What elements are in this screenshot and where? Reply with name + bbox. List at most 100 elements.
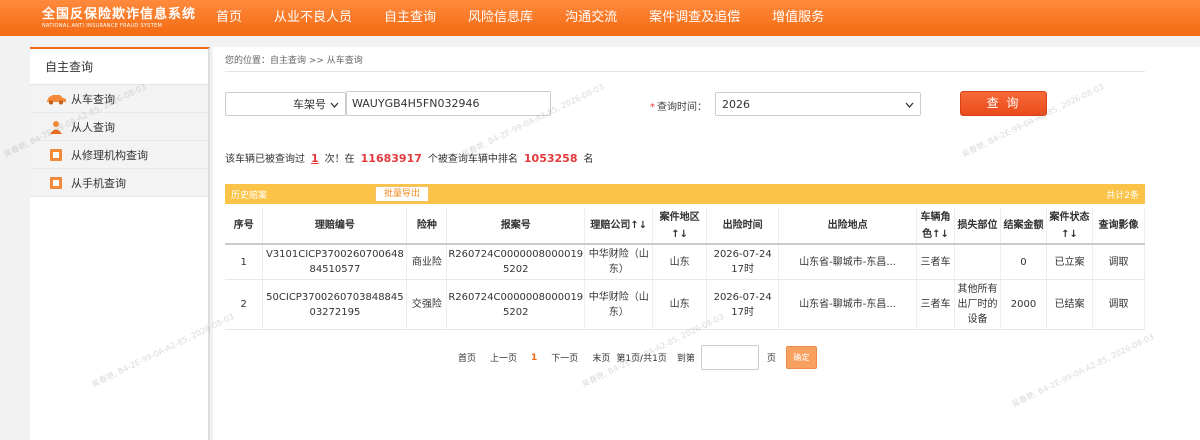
- cell-time: 2026-07-24 17时: [706, 244, 780, 280]
- nav-self-query[interactable]: 自主查询: [368, 0, 452, 36]
- table-row: 2 50CICP370026070384884503272195 交强险 R26…: [225, 279, 1146, 330]
- col-no: 序号: [225, 208, 264, 245]
- cell-place: 山东省-聊城市-东昌...: [778, 279, 918, 330]
- first-page-link[interactable]: 首页: [458, 351, 476, 364]
- goto-page-input[interactable]: [700, 345, 759, 370]
- claims-table: 序号 理赔编号 险种 报案号 理赔公司↑↓ 案件地区↑↓ 出险时间 出险地点 车…: [225, 208, 1146, 330]
- col-loss: 损失部位: [954, 208, 1001, 245]
- chevron-down-icon: [330, 98, 339, 111]
- stats-text: 该车辆已被查询过: [225, 154, 305, 165]
- cell-insurance-type: 商业险: [406, 244, 448, 280]
- col-report-no: 报案号: [446, 208, 586, 245]
- retrieve-image-link[interactable]: 调取: [1092, 279, 1146, 330]
- cell-report-no: R260724C00000080000195202: [446, 244, 586, 280]
- col-time: 出险时间: [706, 208, 780, 245]
- sidebar-item-car-query[interactable]: 从车查询: [30, 85, 208, 113]
- batch-export-button[interactable]: 批量导出: [375, 186, 430, 202]
- query-count[interactable]: 1: [311, 152, 319, 165]
- system-logo[interactable]: 全国反保险欺诈信息系统 NATIONAL ANTI INSURANCE FRAU…: [0, 0, 200, 36]
- nav-bad-practitioners[interactable]: 从业不良人员: [258, 0, 368, 36]
- repair-icon: [45, 148, 67, 162]
- stats-text: 名: [583, 154, 594, 165]
- sidebar: 自主查询 从车查询 从人查询 从修理机构查询 从手机查询: [30, 47, 210, 440]
- goto-label: 到第: [676, 354, 695, 364]
- search-type-value: 车架号: [293, 98, 326, 111]
- cell-loss: 其他所有出厂时的设备: [954, 279, 1001, 330]
- query-stats: 该车辆已被查询过 1 次！在 11683917 个被查询车辆中排名 105325…: [225, 150, 593, 165]
- page-info: 第1页/共1页: [616, 354, 667, 364]
- table-header-row: 序号 理赔编号 险种 报案号 理赔公司↑↓ 案件地区↑↓ 出险时间 出险地点 车…: [225, 208, 1146, 245]
- breadcrumb: 您的位置：自主查询 >> 从车查询: [225, 56, 363, 66]
- query-time-label-text: 查询时间：: [657, 102, 707, 113]
- cell-place: 山东省-聊城市-东昌...: [778, 244, 918, 280]
- query-time-label: * 查询时间：: [650, 102, 707, 113]
- nav-case-investigation[interactable]: 案件调查及追偿: [633, 0, 756, 36]
- cell-claim-no: 50CICP370026070384884503272195: [262, 279, 408, 330]
- cell-no: 1: [225, 244, 264, 280]
- goto-confirm-button[interactable]: 确定: [785, 346, 817, 369]
- cell-amount: 0: [1000, 244, 1047, 280]
- query-year-value: 2026: [722, 97, 750, 111]
- col-region[interactable]: 案件地区↑↓: [652, 208, 708, 245]
- phone-icon: [45, 176, 67, 190]
- col-amount: 结案金额: [1000, 208, 1047, 245]
- cell-status: 已结案: [1046, 279, 1093, 330]
- cell-region: 山东: [652, 279, 708, 330]
- nav-risk-database[interactable]: 风险信息库: [452, 0, 549, 36]
- history-title: 历史赔案: [231, 190, 268, 201]
- nav-value-added[interactable]: 增值服务: [756, 0, 840, 36]
- history-count: 共计2条: [1106, 190, 1139, 201]
- current-page[interactable]: 1: [531, 353, 537, 363]
- sidebar-item-label: 从手机查询: [71, 176, 126, 190]
- col-company[interactable]: 理赔公司↑↓: [584, 208, 654, 245]
- col-insurance-type: 险种: [406, 208, 448, 245]
- cell-company: 中华财险（山东）: [584, 244, 654, 280]
- col-claim-no: 理赔编号: [262, 208, 408, 245]
- car-icon: [45, 92, 67, 106]
- history-claims-bar: 历史赔案 批量导出 共计2条: [225, 184, 1145, 204]
- col-role[interactable]: 车辆角色↑↓: [916, 208, 956, 245]
- cell-amount: 2000: [1000, 279, 1047, 330]
- cell-loss: [954, 244, 1001, 280]
- query-year-select[interactable]: 2026: [715, 92, 921, 116]
- sidebar-item-phone-query[interactable]: 从手机查询: [30, 169, 208, 197]
- cell-company: 中华财险（山东）: [584, 279, 654, 330]
- sidebar-item-label: 从人查询: [71, 120, 115, 134]
- nav-communication[interactable]: 沟通交流: [549, 0, 633, 36]
- cell-no: 2: [225, 279, 264, 330]
- col-image: 查询影像: [1092, 208, 1146, 245]
- logo-subtitle: NATIONAL ANTI INSURANCE FRAUD SYSTEM: [42, 22, 163, 29]
- sidebar-item-repair-query[interactable]: 从修理机构查询: [30, 141, 208, 169]
- stats-text: 次！在: [324, 154, 355, 165]
- nav-home[interactable]: 首页: [200, 0, 258, 36]
- sidebar-title: 自主查询: [30, 49, 208, 85]
- cell-role: 三者车: [916, 279, 956, 330]
- last-page-link[interactable]: 末页: [592, 351, 610, 364]
- chevron-down-icon: [905, 98, 914, 111]
- cell-insurance-type: 交强险: [406, 279, 448, 330]
- cell-time: 2026-07-24 17时: [706, 279, 780, 330]
- prev-page-link[interactable]: 上一页: [490, 351, 517, 364]
- table-row: 1 V3101CICP370026070064884510577 商业险 R26…: [225, 244, 1146, 280]
- vehicle-rank: 1053258: [523, 152, 578, 165]
- main-nav: 首页 从业不良人员 自主查询 风险信息库 沟通交流 案件调查及追偿 增值服务: [200, 0, 840, 36]
- vin-input[interactable]: [346, 91, 551, 116]
- sidebar-item-person-query[interactable]: 从人查询: [30, 113, 208, 141]
- cell-role: 三者车: [916, 244, 956, 280]
- logo-title: 全国反保险欺诈信息系统: [42, 6, 197, 22]
- cell-status: 已立案: [1046, 244, 1093, 280]
- breadcrumb-divider: [225, 71, 1145, 72]
- col-status[interactable]: 案件状态↑↓: [1046, 208, 1093, 245]
- stats-text: 个被查询车辆中排名: [427, 154, 518, 165]
- top-navigation-bar: 全国反保险欺诈信息系统 NATIONAL ANTI INSURANCE FRAU…: [0, 0, 1200, 36]
- cell-claim-no: V3101CICP370026070064884510577: [262, 244, 408, 280]
- sidebar-item-label: 从修理机构查询: [71, 148, 148, 162]
- person-icon: [45, 120, 67, 134]
- page-unit-label: 页: [766, 354, 776, 364]
- main-panel: 您的位置：自主查询 >> 从车查询 车架号 *查询时间： 2026 查 询 该车…: [213, 47, 1200, 440]
- search-type-select[interactable]: 车架号: [225, 92, 346, 116]
- query-button[interactable]: 查 询: [960, 91, 1047, 116]
- retrieve-image-link[interactable]: 调取: [1092, 244, 1146, 280]
- next-page-link[interactable]: 下一页: [551, 351, 578, 364]
- pagination: 首页 上一页 1 下一页 末页 第1页/共1页 到第 页 确定: [458, 345, 817, 370]
